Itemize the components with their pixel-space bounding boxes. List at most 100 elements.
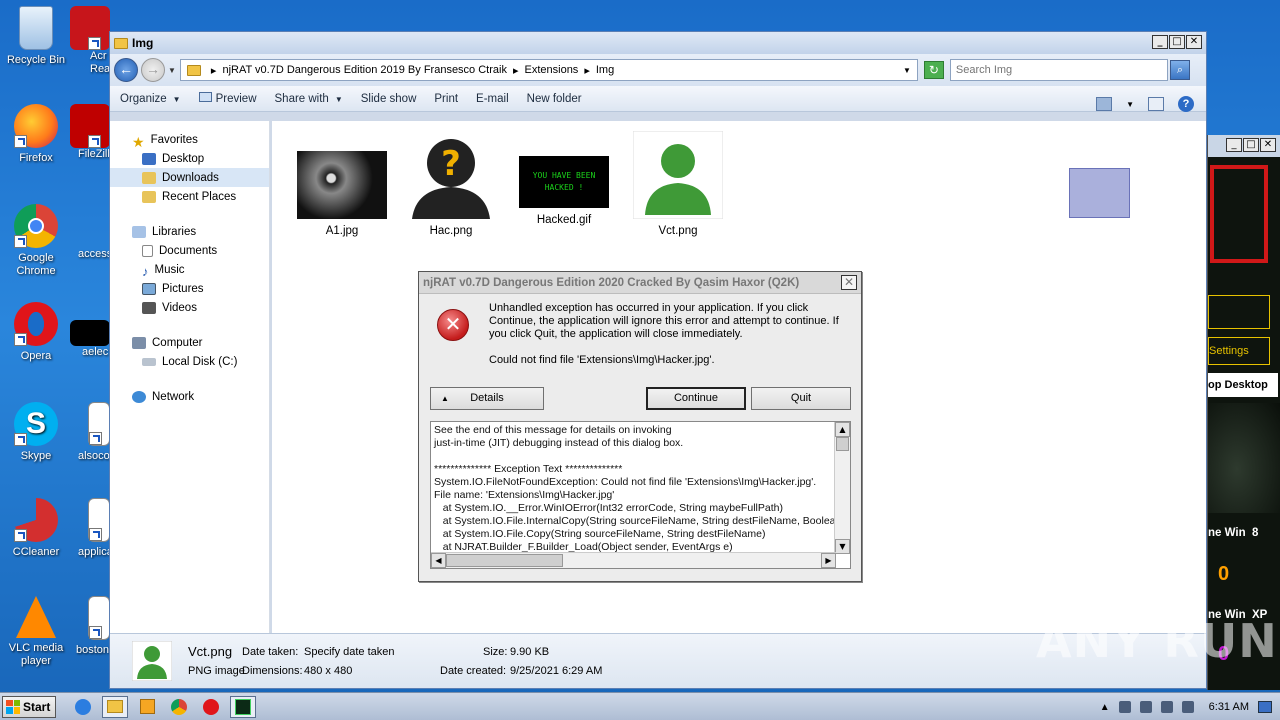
folder-icon — [186, 64, 201, 76]
scrollbar-thumb[interactable] — [446, 554, 563, 567]
breadcrumb-item[interactable]: Extensions — [525, 64, 579, 76]
nav-libraries[interactable]: Libraries — [110, 222, 269, 241]
search-icon[interactable]: ⌕ — [1169, 60, 1190, 80]
nav-network[interactable]: Network — [110, 387, 269, 406]
flag-icon[interactable] — [1118, 701, 1131, 713]
desktop-icon-boston[interactable]: boston — [70, 596, 110, 657]
remote-desktop-button[interactable]: op Desktop — [1208, 373, 1278, 397]
background-window-titlebar[interactable]: _ □ ✕ — [1208, 135, 1280, 157]
nav-favorites[interactable]: ★ Favorites — [110, 130, 269, 150]
desktop-icon-filezilla[interactable]: FileZill — [70, 104, 110, 161]
nav-recent-places[interactable]: Recent Places — [110, 187, 269, 206]
maximize-button[interactable]: □ — [1169, 35, 1185, 49]
address-bar[interactable]: ▸ njRAT v0.7D Dangerous Edition 2019 By … — [179, 59, 918, 81]
email-button[interactable]: E-mail — [476, 93, 509, 105]
nav-downloads[interactable]: Downloads — [110, 168, 269, 187]
opera-taskbar-button[interactable] — [198, 696, 224, 718]
scroll-right-arrow-icon[interactable]: ▶ — [821, 553, 836, 568]
desktop-icon-label: access — [78, 248, 110, 260]
desktop-icon-recycle-bin[interactable]: Recycle Bin — [0, 6, 72, 67]
word-doc-icon — [88, 498, 110, 542]
scroll-down-arrow-icon[interactable]: ▼ — [835, 539, 850, 554]
back-button[interactable]: ← — [114, 58, 138, 82]
file-item[interactable]: A1.jpg — [287, 151, 397, 237]
nav-desktop[interactable]: Desktop — [110, 149, 269, 168]
share-with-button[interactable]: Share with ▼ — [275, 93, 343, 105]
help-icon[interactable]: ? — [1178, 96, 1194, 112]
desktop-icon-firefox[interactable]: Firefox — [0, 104, 72, 165]
close-button[interactable]: ✕ — [1186, 35, 1202, 49]
explorer-titlebar[interactable]: Img _ □ ✕ — [110, 32, 1206, 54]
recycle-bin-icon — [19, 6, 53, 50]
explorer-taskbar-button[interactable] — [102, 695, 128, 718]
details-button[interactable]: ▲ Details — [430, 387, 544, 410]
desktop-icon-access[interactable]: access — [70, 204, 110, 261]
nav-label: Local Disk (C:) — [162, 355, 238, 368]
desktop-icon-applica[interactable]: applica — [70, 498, 110, 559]
chevron-down-icon[interactable]: ▼ — [1126, 100, 1134, 109]
show-desktop-icon[interactable] — [1258, 701, 1272, 713]
vertical-scrollbar[interactable]: ▲ ▼ — [834, 422, 850, 554]
clock[interactable]: 6:31 AM — [1209, 701, 1249, 713]
search-input[interactable] — [949, 59, 1168, 81]
nav-computer[interactable]: Computer — [110, 333, 269, 352]
show-hidden-icons-icon[interactable]: ▲ — [1100, 702, 1110, 713]
desktop-icon-chrome[interactable]: Google Chrome — [0, 204, 72, 278]
nav-local-disk[interactable]: Local Disk (C:) — [110, 352, 269, 371]
quit-button[interactable]: Quit — [751, 387, 851, 410]
forward-button[interactable]: → — [141, 58, 165, 82]
details-date-taken[interactable]: Specify date taken — [304, 646, 395, 658]
settings-button[interactable]: Settings — [1208, 337, 1270, 365]
nav-documents[interactable]: Documents — [110, 241, 269, 260]
horizontal-scrollbar[interactable]: ◀ ▶ — [431, 552, 836, 568]
exception-dialog[interactable]: njRAT v0.7D Dangerous Edition 2020 Crack… — [418, 271, 862, 582]
power-icon[interactable] — [1181, 701, 1194, 713]
chrome-taskbar-button[interactable] — [166, 696, 192, 718]
breadcrumb-item[interactable]: njRAT v0.7D Dangerous Edition 2019 By Fr… — [222, 64, 507, 76]
new-folder-button[interactable]: New folder — [527, 93, 582, 105]
dialog-titlebar[interactable]: njRAT v0.7D Dangerous Edition 2020 Crack… — [419, 272, 861, 294]
continue-button[interactable]: Continue — [646, 387, 746, 410]
chevron-down-icon[interactable]: ▼ — [903, 66, 911, 75]
njrat-taskbar-button[interactable] — [230, 695, 256, 718]
file-item[interactable]: YOU HAVE BEEN HACKED ! Hacked.gif — [509, 156, 619, 226]
scroll-up-arrow-icon[interactable]: ▲ — [835, 422, 850, 437]
selection-rectangle — [1069, 168, 1130, 218]
slide-show-button[interactable]: Slide show — [361, 93, 417, 105]
ie-taskbar-button[interactable] — [70, 696, 96, 718]
refresh-button[interactable]: ↻ — [923, 61, 944, 79]
chevron-down-icon[interactable]: ▼ — [168, 66, 176, 75]
preview-button[interactable]: Preview — [198, 92, 257, 105]
nav-videos[interactable]: Videos — [110, 298, 269, 317]
volume-icon[interactable] — [1139, 701, 1152, 713]
minimize-button[interactable]: _ — [1152, 35, 1168, 49]
network-icon[interactable] — [1160, 701, 1173, 713]
desktop-icon-alsoco[interactable]: alsoco — [70, 402, 110, 463]
breadcrumb-item[interactable]: Img — [596, 64, 614, 76]
file-item[interactable]: Vct.png — [623, 131, 733, 237]
desktop-icon-opera[interactable]: Opera — [0, 302, 72, 363]
organize-button[interactable]: Organize ▼ — [120, 93, 181, 105]
exception-details-textbox[interactable]: See the end of this message for details … — [430, 421, 851, 569]
desktop-icon-aelec[interactable]: aelec — [70, 302, 110, 359]
change-view-icon[interactable] — [1096, 97, 1113, 111]
desktop-icon-acrobat[interactable]: Acr Read — [70, 6, 110, 76]
nav-pictures[interactable]: Pictures — [110, 279, 269, 298]
minimize-button[interactable]: _ — [1226, 138, 1242, 152]
maximize-button[interactable]: □ — [1243, 138, 1259, 152]
desktop-icon-ccleaner[interactable]: CCleaner — [0, 498, 72, 559]
close-button[interactable]: ✕ — [1260, 138, 1276, 152]
file-item[interactable]: ? Hac.png — [396, 131, 506, 237]
scroll-left-arrow-icon[interactable]: ◀ — [431, 553, 446, 568]
nav-music[interactable]: ♪ Music — [110, 260, 269, 279]
scrollbar-thumb[interactable] — [836, 437, 849, 451]
desktop-icon-vlc[interactable]: VLC media player — [0, 596, 72, 668]
dialog-close-button[interactable]: ✕ — [841, 275, 857, 290]
media-player-taskbar-button[interactable] — [134, 696, 160, 718]
print-button[interactable]: Print — [434, 93, 458, 105]
preview-pane-icon[interactable] — [1148, 97, 1164, 111]
background-app-window[interactable]: _ □ ✕ Settings op Desktop ne Win 8 0 ne … — [1207, 135, 1280, 690]
desktop-icon-skype[interactable]: S Skype — [0, 402, 72, 463]
start-button[interactable]: Start — [2, 695, 56, 718]
address-row: ← → ▼ ▸ njRAT v0.7D Dangerous Edition 20… — [110, 54, 1206, 86]
